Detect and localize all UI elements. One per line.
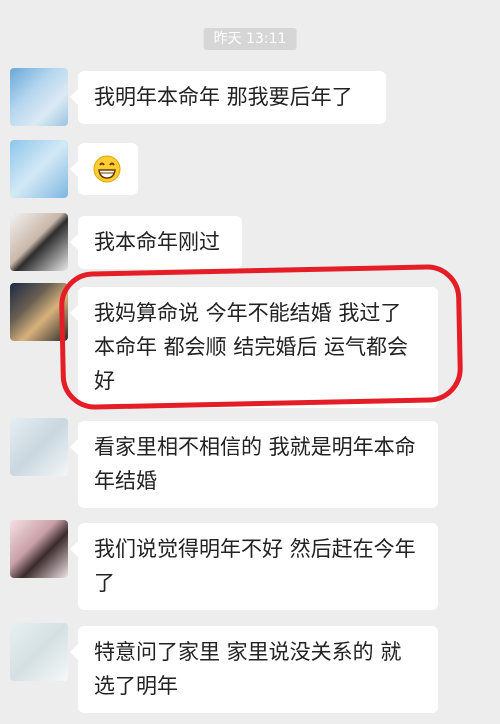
message-line: 看家里相不相信的 我就是明年本命: [94, 435, 416, 459]
message-line: 特意问了家里 家里说没关系的 就: [94, 640, 402, 664]
avatar[interactable]: [10, 68, 68, 126]
message-bubble[interactable]: 特意问了家里 家里说没关系的 就 选了明年: [70, 626, 438, 713]
red-highlight-circle: [58, 263, 464, 411]
avatar[interactable]: [10, 520, 68, 578]
message-text: 我明年本命年 那我要后年了: [94, 85, 353, 109]
message-text: 我本命年刚过: [94, 230, 220, 254]
timestamp: 昨天 13:11: [203, 28, 297, 50]
message-bubble[interactable]: 我明年本命年 那我要后年了: [70, 71, 386, 124]
message-line: 选了明年: [94, 674, 178, 698]
avatar[interactable]: [10, 623, 68, 681]
grinning-face-emoji-icon: [93, 155, 121, 183]
message-line: 我们说觉得明年不好 然后赶在今年: [94, 537, 416, 561]
avatar[interactable]: [10, 213, 68, 271]
message-bubble[interactable]: 我本命年刚过: [70, 216, 242, 269]
avatar[interactable]: [10, 418, 68, 476]
message-bubble[interactable]: 我们说觉得明年不好 然后赶在今年 了: [70, 523, 438, 610]
message-bubble[interactable]: 看家里相不相信的 我就是明年本命 年结婚: [70, 421, 438, 508]
message-bubble[interactable]: [70, 143, 138, 195]
avatar[interactable]: [10, 140, 68, 198]
message-line: 了: [94, 571, 115, 595]
message-line: 年结婚: [94, 469, 157, 493]
